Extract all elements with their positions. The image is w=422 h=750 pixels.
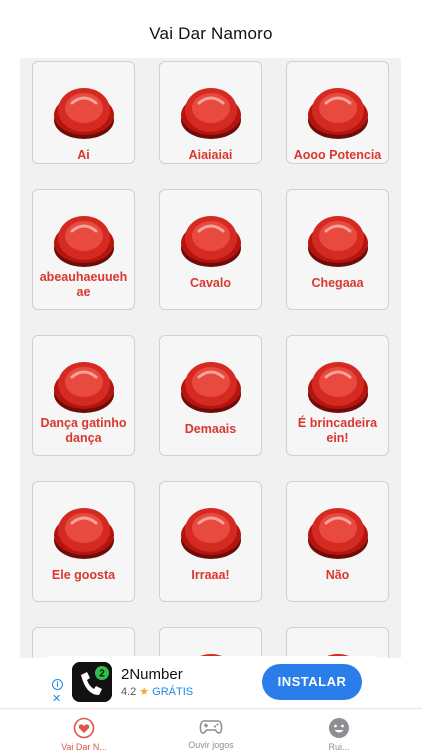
sound-label: Ele goosta <box>51 568 116 582</box>
sound-card[interactable]: Chegaaa <box>286 189 389 310</box>
red-button-icon <box>53 362 114 413</box>
ad-banner[interactable]: i ✕ 2 2Number 4.2 ★ GRÁTIS INSTALAR <box>47 656 375 706</box>
sound-label: Não <box>325 568 350 582</box>
red-button-icon <box>307 508 368 559</box>
sound-card[interactable]: Aooo Potencia <box>286 61 389 164</box>
app-icon[interactable]: 2 <box>72 662 112 702</box>
smiley-icon <box>329 718 349 738</box>
tab-bar: Vai Dar N... Ouvir jogos Rui... <box>0 708 422 750</box>
ad-rating: 4.2 <box>121 686 137 698</box>
red-button-icon <box>53 508 114 559</box>
sound-label: Dança gatinho dança <box>40 416 127 445</box>
sound-label: Aooo Potencia <box>293 148 382 162</box>
red-button-icon <box>180 216 241 267</box>
star-icon: ★ <box>139 686 150 698</box>
sound-grid-scroll[interactable]: Ai Aiaiaiai Aooo Potencia abeauhaeuueh a… <box>20 58 401 658</box>
red-button-icon <box>180 88 241 139</box>
sound-card[interactable]: Ele goosta <box>32 481 135 602</box>
close-icon[interactable]: ✕ <box>52 694 61 705</box>
info-icon[interactable]: i <box>52 679 63 690</box>
sound-card[interactable]: Não <box>286 481 389 602</box>
sound-card[interactable]: Irraaa! <box>159 481 262 602</box>
red-button-icon <box>307 216 368 267</box>
sound-card[interactable]: Cavalo <box>159 189 262 310</box>
sound-card[interactable]: Ai <box>32 61 135 164</box>
red-button-icon <box>53 216 114 267</box>
sound-card[interactable]: abeauhaeuueh ae <box>32 189 135 310</box>
tab-label: Rui... <box>328 742 350 750</box>
sound-label: É brincadeira ein! <box>297 416 378 445</box>
ad-price: GRÁTIS <box>152 686 194 698</box>
red-button-icon <box>53 88 114 139</box>
red-button-icon <box>180 508 241 559</box>
sound-card[interactable]: Demaais <box>159 335 262 456</box>
page-title: Vai Dar Namoro <box>149 24 273 43</box>
svg-text:2: 2 <box>99 669 105 680</box>
install-button[interactable]: INSTALAR <box>262 664 362 700</box>
sound-label: Aiaiaiai <box>188 148 233 162</box>
sound-card[interactable]: Aiaiaiai <box>159 61 262 164</box>
ad-meta: 4.2 ★ GRÁTIS <box>121 685 193 698</box>
tab-ruido[interactable]: Rui... <box>289 709 389 750</box>
sound-card[interactable] <box>32 627 135 658</box>
sound-label: Cavalo <box>190 276 231 290</box>
red-button-icon <box>307 88 368 139</box>
sound-label: Irraaa! <box>191 568 230 582</box>
phone-icon: 2 <box>72 662 112 702</box>
gamepad-icon <box>199 720 223 734</box>
sound-card[interactable]: É brincadeira ein! <box>286 335 389 456</box>
red-button-icon <box>180 362 241 413</box>
sound-card[interactable]: Dança gatinho dança <box>32 335 135 456</box>
ad-app-name: 2Number <box>121 666 183 683</box>
tab-label: Ouvir jogos <box>188 740 234 750</box>
sound-label: Chegaaa <box>311 276 364 290</box>
red-button-icon <box>307 362 368 413</box>
tab-label: Vai Dar N... <box>61 742 107 750</box>
navigation-bar: Vai Dar Namoro <box>0 0 422 56</box>
tab-games[interactable]: Ouvir jogos <box>161 709 261 750</box>
sound-grid: Ai Aiaiaiai Aooo Potencia abeauhaeuueh a… <box>32 61 389 658</box>
tab-vai-dar-namoro[interactable]: Vai Dar N... <box>34 709 134 750</box>
sound-label: Demaais <box>184 422 237 436</box>
sound-card[interactable] <box>286 627 389 658</box>
heart-icon <box>73 717 95 739</box>
sound-label: abeauhaeuueh ae <box>39 270 128 299</box>
sound-label: Ai <box>77 148 90 162</box>
sound-card[interactable] <box>159 627 262 658</box>
